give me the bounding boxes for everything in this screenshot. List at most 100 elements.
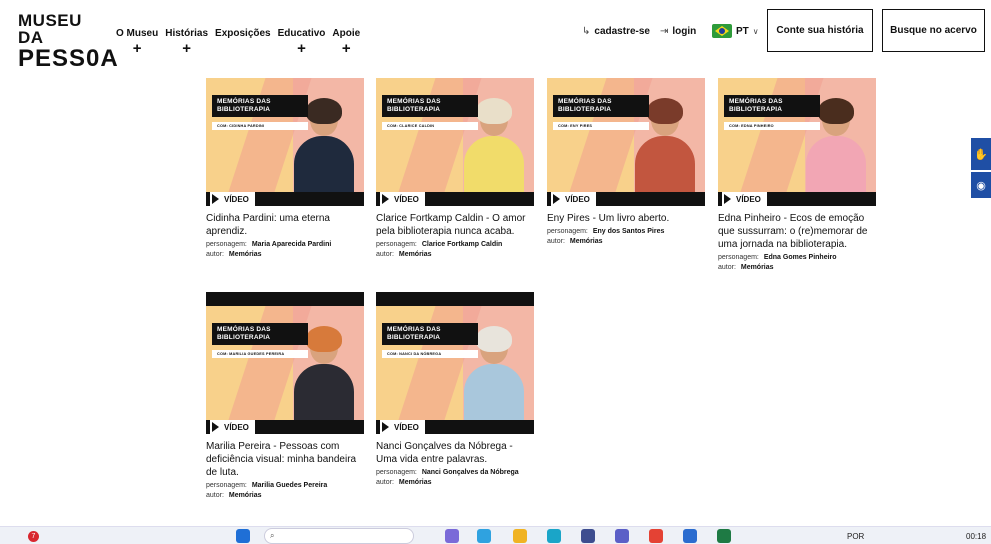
video-thumbnail[interactable]: MEMÓRIAS DAS BIBLIOTERAPIA COM: ENY PIRE… [547, 78, 705, 192]
persona-label: personagem: [376, 469, 417, 476]
register-link[interactable]: ↳ cadastre-se [582, 26, 650, 37]
nav-item-historias[interactable]: Histórias + [165, 28, 209, 57]
nav-item-o-museu[interactable]: O Museu + [116, 28, 159, 57]
story-card[interactable]: MEMÓRIAS DAS BIBLIOTERAPIA COM: CLARICE … [376, 78, 534, 260]
video-label-bar[interactable]: VÍDEO [376, 420, 534, 434]
word-icon[interactable] [683, 529, 697, 543]
chrome-icon[interactable] [649, 529, 663, 543]
story-title[interactable]: Clarice Fortkamp Caldin - O amor pela bi… [376, 212, 534, 238]
story-persona: personagem: Marilia Guedes Pereira [206, 481, 364, 491]
series-tag-line2: BIBLIOTERAPIA [217, 334, 271, 342]
expand-plus-icon[interactable]: + [342, 40, 351, 57]
video-thumbnail[interactable]: MEMÓRIAS DAS BIBLIOTERAPIA COM: CLARICE … [376, 78, 534, 192]
author-name[interactable]: Memórias [399, 479, 432, 486]
video-label-bar[interactable]: VÍDEO [718, 192, 876, 206]
language-indicator[interactable]: POR [847, 529, 864, 543]
nav-label: O Museu [116, 28, 159, 39]
story-author: autor: Memórias [718, 263, 876, 273]
series-tag-line2: BIBLIOTERAPIA [387, 106, 441, 114]
video-label-bar[interactable]: VÍDEO [547, 192, 705, 206]
story-persona: personagem: Nanci Gonçalves da Nóbrega [376, 468, 534, 478]
nav-label: Histórias [165, 28, 209, 39]
share-story-label: Conte sua história [776, 25, 864, 36]
search-icon: ⌕ [270, 531, 275, 540]
video-label: VÍDEO [224, 194, 249, 204]
search-collection-button[interactable]: Busque no acervo [882, 9, 985, 52]
story-persona: personagem: Maria Aparecida Pardini [206, 240, 364, 250]
persona-name[interactable]: Maria Aparecida Pardini [252, 241, 332, 248]
persona-label: personagem: [206, 241, 247, 248]
series-tag: MEMÓRIAS DAS BIBLIOTERAPIA [212, 95, 308, 118]
app-icon[interactable] [445, 529, 459, 543]
author-name[interactable]: Memórias [229, 492, 262, 499]
video-label-bar[interactable]: VÍDEO [206, 420, 364, 434]
persona-name[interactable]: Edna Gomes Pinheiro [764, 254, 837, 261]
video-thumbnail[interactable]: MEMÓRIAS DAS BIBLIOTERAPIA COM: NANCI DA… [376, 306, 534, 420]
author-name[interactable]: Memórias [399, 251, 432, 258]
share-story-button[interactable]: Conte sua história [767, 9, 873, 52]
expand-plus-icon[interactable]: + [182, 40, 191, 57]
series-tag-line1: MEMÓRIAS DAS [558, 98, 612, 105]
site-header: MUSEU DA PESS0A O Museu + Histórias + Ex… [0, 0, 991, 71]
app-icon[interactable] [477, 529, 491, 543]
nav-label: Apoie [332, 28, 361, 39]
author-name[interactable]: Memórias [741, 264, 774, 271]
series-tag-line1: MEMÓRIAS DAS [387, 98, 441, 105]
language-selector[interactable]: PT ∨ [712, 24, 759, 38]
series-guest: COM: ENY PIRES [553, 122, 649, 130]
author-name[interactable]: Memórias [229, 251, 262, 258]
nav-item-educativo[interactable]: Educativo + [278, 28, 326, 57]
story-card[interactable]: MEMÓRIAS DAS BIBLIOTERAPIA COM: NANCI DA… [376, 292, 534, 488]
nav-item-apoie[interactable]: Apoie + [332, 28, 361, 57]
clock[interactable]: 00:18 [966, 529, 986, 543]
video-top-bar [376, 292, 534, 306]
video-label-bar[interactable]: VÍDEO [206, 192, 364, 206]
register-label: cadastre-se [594, 26, 650, 37]
language-label: PT [736, 25, 749, 37]
file-explorer-icon[interactable] [513, 529, 527, 543]
edge-browser-icon[interactable] [547, 529, 561, 543]
video-thumbnail[interactable]: MEMÓRIAS DAS BIBLIOTERAPIA COM: EDNA PIN… [718, 78, 876, 192]
persona-name[interactable]: Clarice Fortkamp Caldin [422, 241, 503, 248]
taskbar-search-input[interactable]: ⌕ [264, 528, 414, 544]
search-collection-label: Busque no acervo [890, 25, 977, 36]
series-tag: MEMÓRIAS DAS BIBLIOTERAPIA [724, 95, 820, 118]
weather-widget[interactable]: 7 [28, 529, 39, 543]
sign-language-icon[interactable]: ✋ [971, 138, 991, 170]
series-tag-line1: MEMÓRIAS DAS [387, 326, 441, 333]
story-title[interactable]: Eny Pires - Um livro aberto. [547, 212, 705, 225]
video-label: VÍDEO [736, 194, 761, 204]
story-card[interactable]: MEMÓRIAS DAS BIBLIOTERAPIA COM: MARILIA … [206, 292, 364, 501]
story-title[interactable]: Marilia Pereira - Pessoas com deficiênci… [206, 440, 364, 479]
login-link[interactable]: ⇥ login [660, 26, 696, 37]
persona-name[interactable]: Eny dos Santos Pires [593, 228, 665, 235]
story-card[interactable]: MEMÓRIAS DAS BIBLIOTERAPIA COM: CIDINHA … [206, 78, 364, 260]
story-title[interactable]: Cidinha Pardini: uma eterna aprendiz. [206, 212, 364, 238]
accessibility-eye-icon[interactable]: ◉ [971, 172, 991, 198]
author-name[interactable]: Memórias [570, 238, 603, 245]
video-thumbnail[interactable]: MEMÓRIAS DAS BIBLIOTERAPIA COM: CIDINHA … [206, 78, 364, 192]
story-card[interactable]: MEMÓRIAS DAS BIBLIOTERAPIA COM: EDNA PIN… [718, 78, 876, 273]
expand-plus-icon[interactable]: + [297, 40, 306, 57]
series-guest: COM: EDNA PINHEIRO [724, 122, 820, 130]
museum-logo[interactable]: MUSEU DA PESS0A [18, 12, 118, 71]
story-title[interactable]: Nanci Gonçalves da Nóbrega - Uma vida en… [376, 440, 534, 466]
store-icon[interactable] [581, 529, 595, 543]
persona-name[interactable]: Nanci Gonçalves da Nóbrega [422, 469, 519, 476]
persona-name[interactable]: Marilia Guedes Pereira [252, 482, 327, 489]
persona-label: personagem: [718, 254, 759, 261]
teams-icon[interactable] [615, 529, 629, 543]
video-top-bar [206, 292, 364, 306]
story-card[interactable]: MEMÓRIAS DAS BIBLIOTERAPIA COM: ENY PIRE… [547, 78, 705, 247]
windows-start-icon[interactable] [236, 529, 250, 543]
story-title[interactable]: Edna Pinheiro - Ecos de emoção que sussu… [718, 212, 876, 251]
play-icon [382, 194, 389, 204]
story-author: autor: Memórias [206, 491, 364, 501]
video-thumbnail[interactable]: MEMÓRIAS DAS BIBLIOTERAPIA COM: MARILIA … [206, 306, 364, 420]
nav-item-exposicoes[interactable]: Exposições [215, 28, 271, 39]
video-label-bar[interactable]: VÍDEO [376, 192, 534, 206]
excel-icon[interactable] [717, 529, 731, 543]
main-nav: O Museu + Histórias + Exposições Educati… [116, 28, 361, 57]
series-tag-line1: MEMÓRIAS DAS [217, 98, 271, 105]
expand-plus-icon[interactable]: + [133, 40, 142, 57]
